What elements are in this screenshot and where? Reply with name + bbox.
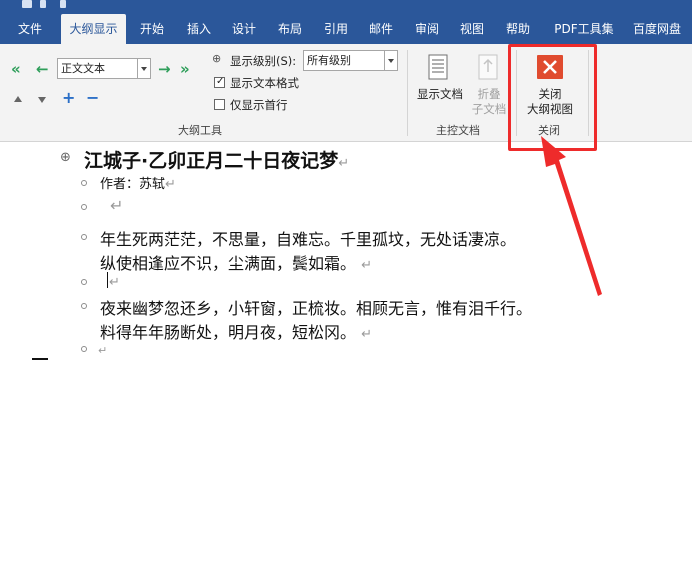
outline-bullet[interactable] <box>81 279 87 285</box>
para1-line2[interactable]: 纵使相逢应不识，尘满面，鬓如霜。 <box>100 254 356 273</box>
text-cursor <box>107 272 108 288</box>
para2-line2[interactable]: 料得年年肠断处，明月夜，短松冈。 <box>100 323 356 342</box>
outline-bullet[interactable] <box>81 180 87 186</box>
empty-line[interactable]: ↵ <box>98 339 107 358</box>
outline-bullet[interactable] <box>81 303 87 309</box>
para2-line2-row[interactable]: 料得年年肠断处，明月夜，短松冈。 ↵ <box>100 319 372 343</box>
chevron-down-icon[interactable] <box>137 59 150 78</box>
expand-icon[interactable]: + <box>62 90 75 106</box>
promote-to-heading1-icon[interactable]: « <box>11 62 21 77</box>
outline-level-combo[interactable]: 正文文本 <box>57 58 151 79</box>
show-level-value: 所有级别 <box>307 54 351 67</box>
collapse-subdocuments-line2: 子文档 <box>471 102 507 116</box>
promote-icon[interactable]: ← <box>36 62 49 77</box>
paragraph-mark-icon: ↵ <box>110 196 124 215</box>
outline-expand-symbol-icon[interactable]: ⊕ <box>60 150 71 165</box>
para1-line2-row[interactable]: 纵使相逢应不识，尘满面，鬓如霜。 ↵ <box>100 250 372 274</box>
move-down-icon[interactable] <box>38 97 46 103</box>
paragraph-mark-icon: ↵ <box>109 275 120 290</box>
show-text-format-label: 显示文本格式 <box>230 76 299 90</box>
tab-mailings[interactable]: 邮件 <box>363 14 399 44</box>
para1-line1[interactable]: 年生死两茫茫，不思量，自难忘。千里孤坟，无处话凄凉。 <box>100 226 516 250</box>
tab-outline[interactable]: 大纲显示 <box>61 14 126 44</box>
collapse-icon[interactable]: − <box>86 90 99 106</box>
tab-layout[interactable]: 布局 <box>272 14 308 44</box>
master-document-group-label: 主控文档 <box>436 124 480 137</box>
end-of-document-marker <box>32 358 48 360</box>
tab-baidu-netdisk[interactable]: 百度网盘 <box>626 14 688 44</box>
show-first-line-checkbox[interactable] <box>214 99 225 110</box>
collapse-subdocuments-line1: 折叠 <box>477 87 501 101</box>
paragraph-mark-icon: ↵ <box>338 156 350 171</box>
tab-view[interactable]: 视图 <box>454 14 490 44</box>
tab-references[interactable]: 引用 <box>318 14 354 44</box>
outline-bullet[interactable] <box>81 234 87 240</box>
paragraph-mark-icon: ↵ <box>361 327 373 342</box>
tab-file[interactable]: 文件 <box>12 14 48 44</box>
outline-bullet[interactable] <box>81 346 87 352</box>
outline-bullet[interactable] <box>81 204 87 210</box>
outline-level-value: 正文文本 <box>61 62 105 75</box>
paragraph-mark-icon: ↵ <box>98 344 108 357</box>
paragraph-mark-icon: ↵ <box>165 177 176 192</box>
show-first-line-label: 仅显示首行 <box>230 98 288 112</box>
show-document-icon[interactable] <box>428 54 450 82</box>
demote-to-body-icon[interactable]: » <box>180 62 190 77</box>
ribbon-tab-bar: 文件 大纲显示 开始 插入 设计 布局 引用 邮件 审阅 视图 帮助 PDF工具… <box>0 0 692 44</box>
para2-line1[interactable]: 夜来幽梦忽还乡，小轩窗，正梳妆。相顾无言，惟有泪千行。 <box>100 295 532 319</box>
redo-icon[interactable] <box>60 0 66 8</box>
show-level-select[interactable]: 所有级别 <box>303 50 398 71</box>
show-level-label: 显示级别(S): <box>230 54 297 68</box>
save-icon[interactable] <box>22 0 32 8</box>
tab-review[interactable]: 审阅 <box>409 14 445 44</box>
collapse-subdocuments-icon <box>478 54 498 80</box>
author-line[interactable]: 作者：苏轼↵ <box>100 173 176 192</box>
empty-line[interactable]: ↵ <box>110 196 123 215</box>
demote-icon[interactable]: → <box>158 62 171 77</box>
move-up-icon[interactable] <box>14 96 22 102</box>
show-document-button[interactable]: 显示文档 <box>414 86 466 102</box>
heading-line[interactable]: 江城子·乙卯正月二十日夜记梦↵ <box>84 146 349 173</box>
tab-home[interactable]: 开始 <box>134 14 170 44</box>
tab-design[interactable]: 设计 <box>226 14 262 44</box>
document-title[interactable]: 江城子·乙卯正月二十日夜记梦 <box>84 150 338 172</box>
tab-help[interactable]: 帮助 <box>500 14 536 44</box>
empty-line[interactable]: ↵ <box>109 271 120 290</box>
paragraph-mark-icon: ↵ <box>361 258 373 273</box>
chevron-down-icon[interactable] <box>384 51 397 70</box>
author-text[interactable]: 作者：苏轼 <box>100 177 165 192</box>
outline-tools-group-label: 大纲工具 <box>178 124 222 137</box>
tab-pdf-tools[interactable]: PDF工具集 <box>548 14 620 44</box>
show-level-icon: ⊕ <box>212 52 222 65</box>
tab-insert[interactable]: 插入 <box>181 14 217 44</box>
highlight-box <box>508 44 597 151</box>
checkmark-icon: ✓ <box>216 76 225 87</box>
group-divider <box>407 50 408 136</box>
undo-icon[interactable] <box>40 0 46 8</box>
annotation-arrow <box>541 136 602 296</box>
show-text-format-checkbox[interactable]: ✓ <box>214 76 225 88</box>
quick-access-toolbar <box>0 0 692 12</box>
